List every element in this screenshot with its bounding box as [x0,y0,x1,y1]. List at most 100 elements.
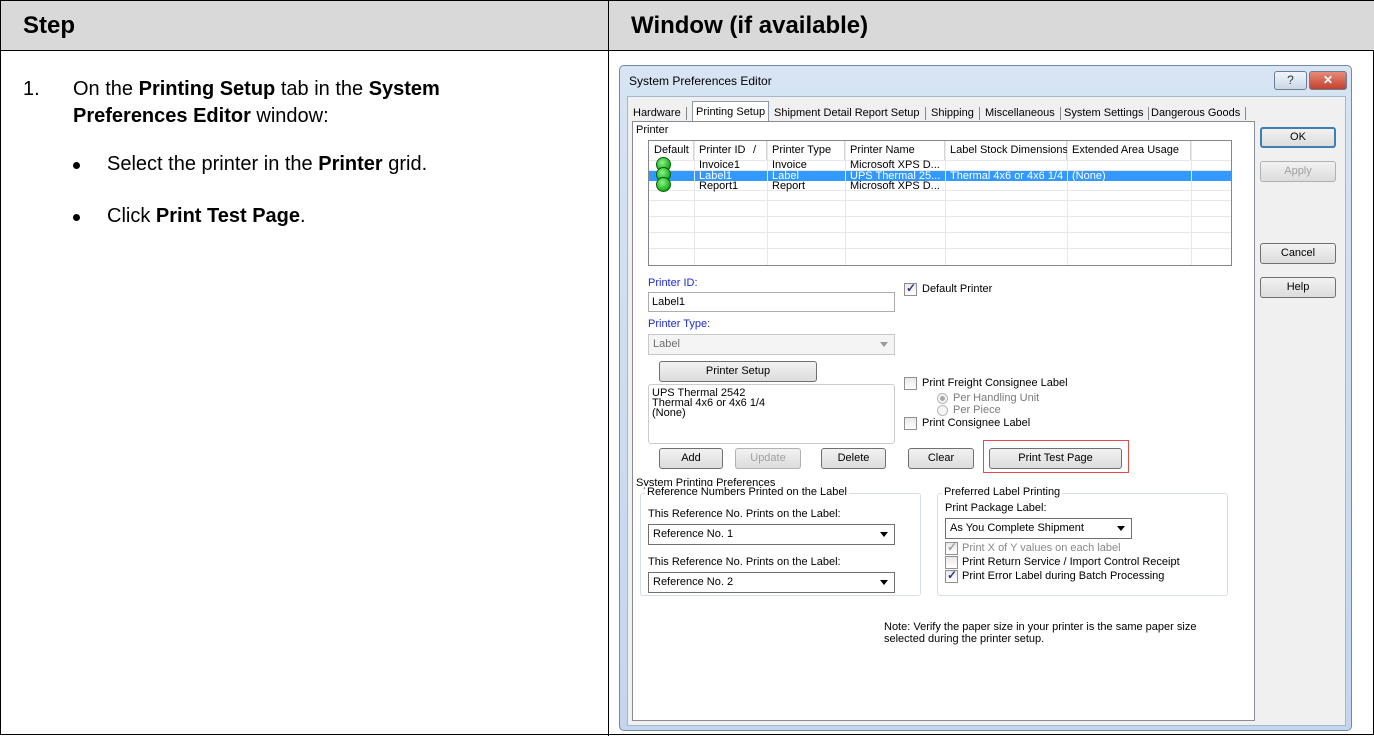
update-button[interactable]: Update [735,448,801,469]
tab-system-settings[interactable]: System Settings [1061,103,1150,123]
per-piece-label: Per Piece [953,404,1001,416]
print-x-of-y-checkbox[interactable] [945,540,958,555]
grid-line [1067,141,1068,265]
grid-header-extended-area[interactable]: Extended Area Usage [1067,141,1191,160]
dialog-client: Hardware Printing Setup Shipment Detail … [627,96,1346,726]
note-line: Note: Verify the paper size in your prin… [884,621,1197,633]
note-line: selected during the printer setup. [884,633,1045,645]
help-title-button[interactable]: ? [1274,71,1307,90]
ref2-value: Reference No. 2 [653,576,734,588]
close-button[interactable]: ✕ [1309,71,1347,90]
cell-printer-type: Report [772,180,806,192]
cell-printer-id: Invoice1 [699,159,740,171]
grid-header-label-stock[interactable]: Label Stock Dimensions [945,141,1068,160]
bullet-dot [73,162,80,169]
reference-group-title: Reference Numbers Printed on the Label [645,486,849,498]
default-status-icon [656,177,671,192]
step-instruction: On the Printing Setup tab in the System P… [73,76,583,130]
per-handling-unit-radio[interactable] [937,393,948,404]
print-return-label: Print Return Service / Import Control Re… [962,556,1180,568]
tab-shipping[interactable]: Shipping [928,103,980,123]
delete-button[interactable]: Delete [821,448,886,469]
printer-setup-button[interactable]: Printer Setup [659,361,817,382]
preferred-label-title: Preferred Label Printing [942,486,1063,498]
bullet-dot [73,214,80,221]
add-button[interactable]: Add [659,448,723,469]
print-consignee-checkbox[interactable] [904,417,917,430]
cell-printer-type: Invoice [772,159,807,171]
ref1-select[interactable]: Reference No. 1 [648,524,895,545]
print-package-select[interactable]: As You Complete Shipment [945,518,1132,539]
chevron-down-icon [880,580,888,585]
bullet-bold: Printer [318,153,383,175]
printer-info-line: (None) [652,407,686,419]
grid-line [694,141,695,265]
print-package-value: As You Complete Shipment [950,522,1084,534]
tab-dangerous-goods[interactable]: Dangerous Goods [1148,103,1247,123]
grid-line [649,232,1231,233]
print-freight-checkbox[interactable] [904,377,917,390]
printer-id-field[interactable]: Label1 [648,292,895,312]
default-printer-label: Default Printer [922,283,993,295]
print-package-label: Print Package Label: [945,502,1047,514]
tab-shipment-detail[interactable]: Shipment Detail Report Setup [771,103,926,123]
grid-line [1191,141,1192,265]
grid-sort-indicator: / [753,141,767,160]
ok-button[interactable]: OK [1260,127,1336,148]
dialog-title: System Preferences Editor [629,74,772,88]
bullet-text: grid. [382,153,428,175]
help-button[interactable]: Help [1260,277,1336,298]
step-window-name: System [368,78,440,100]
printer-type-value: Label [653,338,680,350]
ref1-value: Reference No. 1 [653,528,734,540]
print-consignee-label: Print Consignee Label [922,417,1031,429]
per-handling-unit-label: Per Handling Unit [953,392,1040,404]
tab-miscellaneous[interactable]: Miscellaneous [982,103,1061,123]
print-x-of-y-label: Print X of Y values on each label [962,542,1121,554]
per-piece-radio[interactable] [937,405,948,416]
window-column-header: Window (if available) [609,1,1374,51]
grid-header-default[interactable]: Default [649,141,694,160]
grid-header-printer-name[interactable]: Printer Name [845,141,945,160]
chevron-down-icon [1117,526,1125,531]
grid-line [767,141,768,265]
printer-id-label: Printer ID: [648,277,698,289]
bullet-text: Select the printer in the [107,153,319,175]
tab-hardware[interactable]: Hardware [630,103,687,123]
clear-button[interactable]: Clear [908,448,974,469]
grid-line [845,141,846,265]
bullet-text: Click [107,205,156,227]
ref2-label: This Reference No. Prints on the Label: [648,556,841,568]
printer-grid[interactable]: Default Printer ID / Printer Type Printe… [648,140,1232,266]
cancel-button[interactable]: Cancel [1260,243,1336,264]
bullet-select-printer: Select the printer in the Printer grid. [73,153,428,176]
printer-type-select[interactable]: Label [648,334,895,355]
printer-group-label: Printer [636,124,669,136]
step-window-name: Preferences Editor [73,105,251,127]
column-divider [608,1,609,736]
printing-setup-page: Printer Default Printer ID / Printer Typ… [632,121,1255,721]
print-freight-label: Print Freight Consignee Label [922,377,1068,389]
print-error-checkbox[interactable] [945,568,958,583]
default-printer-checkbox[interactable] [904,281,917,296]
apply-button[interactable]: Apply [1260,161,1336,182]
step-text: tab in the [275,78,369,100]
cell-printer-name: Microsoft XPS D... [850,180,940,192]
grid-line [649,216,1231,217]
step-text: window: [250,105,329,127]
step-number: 1. [23,78,40,100]
step-text: On the [73,78,139,100]
bullet-text: . [300,205,306,227]
bullet-bold: Print Test Page [155,205,301,227]
chevron-down-icon [880,342,888,347]
cell-label-stock: Thermal 4x6 or 4x6 1/4 [950,170,1064,182]
grid-header-printer-type[interactable]: Printer Type [767,141,845,160]
grid-line [649,200,1231,201]
chevron-down-icon [880,532,888,537]
cell-printer-id: Report1 [699,180,739,192]
printer-type-label: Printer Type: [648,318,711,330]
grid-line [649,248,1231,249]
step-column-header: Step [1,1,608,51]
ref2-select[interactable]: Reference No. 2 [648,572,895,593]
print-error-label: Print Error Label during Batch Processin… [962,570,1165,582]
